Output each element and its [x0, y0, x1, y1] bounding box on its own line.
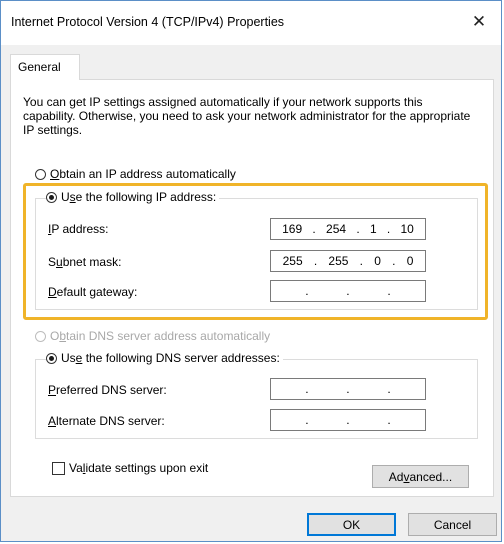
window-title: Internet Protocol Version 4 (TCP/IPv4) P…	[11, 15, 285, 29]
close-icon[interactable]: ✕	[463, 7, 495, 37]
obtain-ip-auto-radio[interactable]	[35, 168, 46, 180]
subnet-mask-label: Subnet mask:	[48, 255, 122, 269]
tab-general[interactable]: General	[10, 54, 80, 80]
preferred-dns-input[interactable]: ...	[270, 378, 426, 400]
obtain-dns-auto-label: Obtain DNS server address automatically	[50, 329, 271, 343]
obtain-ip-auto-label: Obtain an IP address automatically	[50, 167, 236, 181]
default-gateway-input[interactable]: ...	[270, 280, 426, 302]
alternate-dns-label: Alternate DNS server:	[48, 414, 165, 428]
use-following-ip-label: Use the following IP address:	[61, 190, 217, 204]
ip-address-input[interactable]: 169. 254. 1. 10	[270, 218, 426, 240]
title-bar[interactable]: Internet Protocol Version 4 (TCP/IPv4) P…	[1, 1, 501, 45]
use-following-dns-radio[interactable]	[46, 352, 57, 364]
subnet-mask-input[interactable]: 255. 255. 0. 0	[270, 250, 426, 272]
ok-button[interactable]: OK	[307, 513, 396, 536]
use-following-ip-radio[interactable]	[46, 191, 57, 203]
validate-settings-label: Validate settings upon exit	[69, 461, 209, 475]
use-following-dns-label: Use the following DNS server addresses:	[61, 351, 280, 365]
ip-address-label: IP address:	[48, 222, 109, 236]
alternate-dns-input[interactable]: ...	[270, 409, 426, 431]
preferred-dns-label: Preferred DNS server:	[48, 383, 167, 397]
cancel-button[interactable]: Cancel	[408, 513, 497, 536]
obtain-dns-auto-radio	[35, 330, 46, 342]
validate-settings-option[interactable]: Validate settings upon exit	[52, 461, 208, 475]
advanced-button[interactable]: Ad v anced...	[372, 465, 469, 488]
use-following-ip-option[interactable]: Use the following IP address:	[46, 190, 220, 204]
validate-settings-checkbox[interactable]	[52, 461, 65, 475]
use-following-dns-option[interactable]: Use the following DNS server addresses:	[46, 351, 283, 365]
obtain-ip-auto-option[interactable]: Obtain an IP address automatically	[35, 167, 236, 181]
default-gateway-label: Default gateway:	[48, 285, 138, 299]
obtain-dns-auto-option: Obtain DNS server address automatically	[35, 329, 270, 343]
intro-text: You can get IP settings assigned automat…	[23, 95, 471, 137]
